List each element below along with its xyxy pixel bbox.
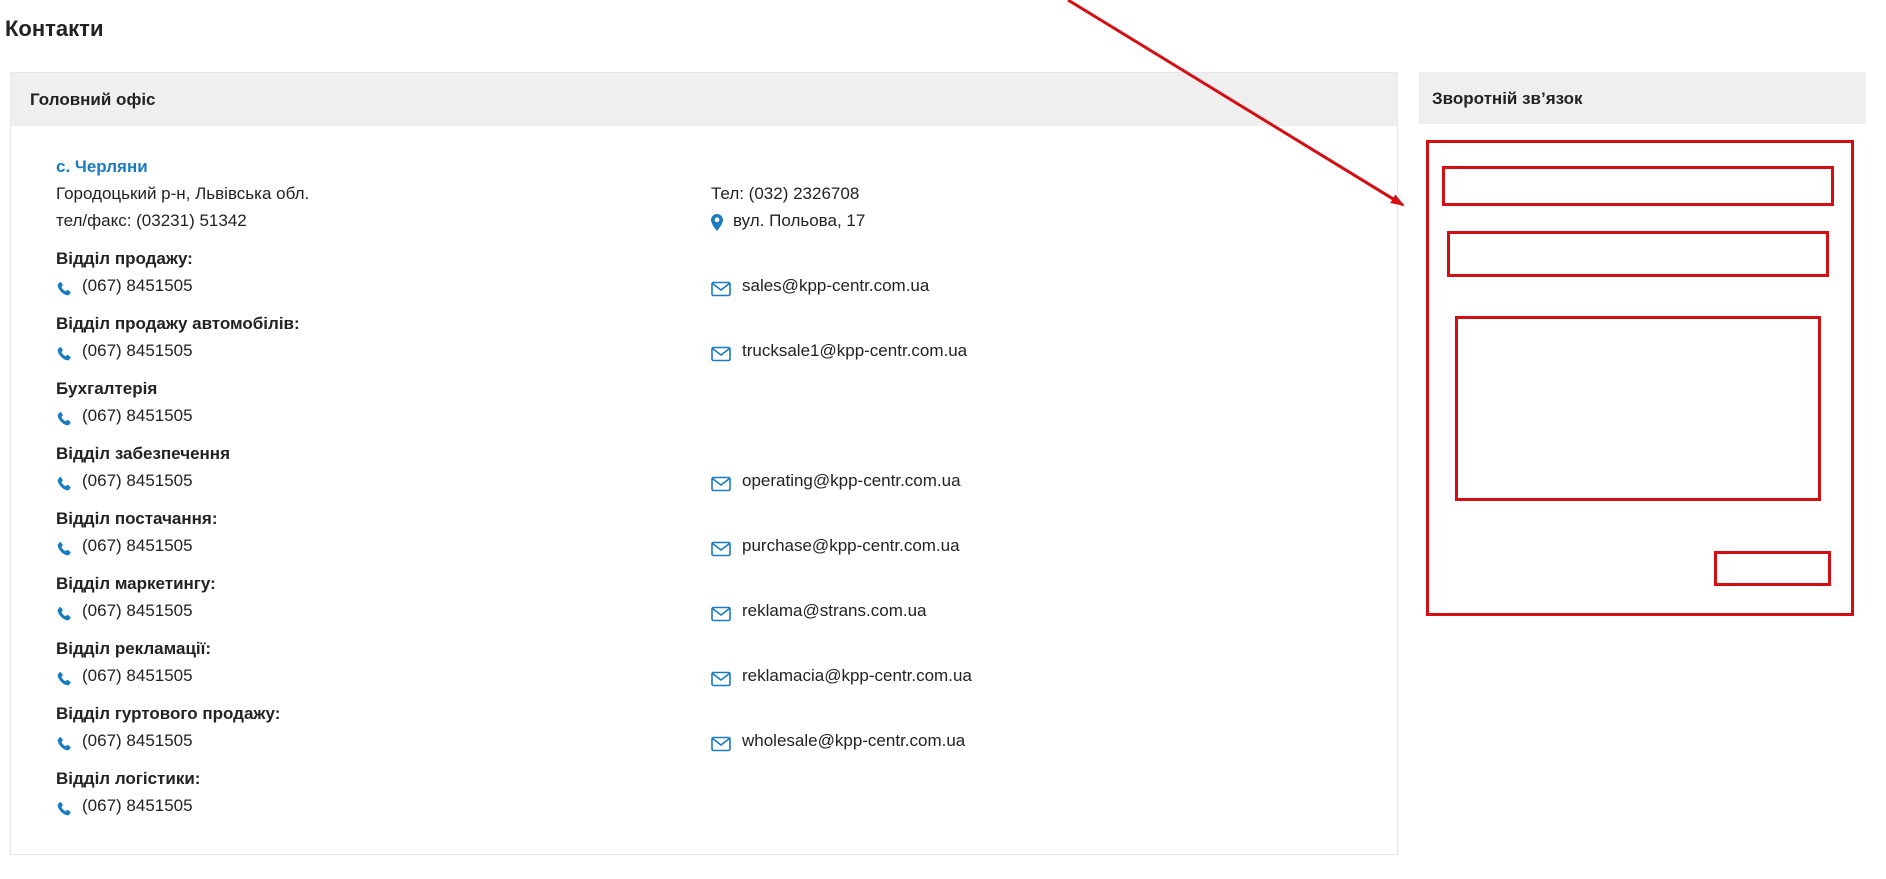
- department-email[interactable]: operating@kpp-centr.com.ua: [711, 467, 961, 494]
- department-email[interactable]: sales@kpp-centr.com.ua: [711, 272, 929, 299]
- phone-icon: [56, 343, 72, 360]
- department-item: Відділ продажу автомобілів: (067) 8451505…: [56, 310, 1397, 364]
- phone-icon: [56, 473, 72, 490]
- department-phone-text: (067) 8451505: [82, 796, 193, 815]
- feedback-header: Зворотній зв’язок: [1419, 72, 1866, 124]
- feedback-message-field[interactable]: [1455, 316, 1821, 501]
- department-email-text: sales@kpp-centr.com.ua: [742, 276, 930, 295]
- department-name: Відділ гуртового продажу:: [56, 704, 281, 723]
- department-contacts: (067) 8451505 wholesale@kpp-centr.com.ua: [56, 727, 1397, 754]
- department-contacts: (067) 8451505 purchase@kpp-centr.com.ua: [56, 532, 1397, 559]
- office-contact-column: Тел: (032) 2326708 вул. Польова, 17: [711, 180, 865, 234]
- department-phone-text: (067) 8451505: [82, 731, 193, 750]
- feedback-submit-button[interactable]: [1714, 551, 1831, 586]
- phone-icon: [56, 733, 72, 750]
- department-name: Відділ постачання:: [56, 509, 218, 528]
- department-phone[interactable]: (067) 8451505: [56, 792, 711, 819]
- phone-icon: [56, 278, 72, 295]
- department-phone-text: (067) 8451505: [82, 601, 193, 620]
- department-email[interactable]: reklamacia@kpp-centr.com.ua: [711, 662, 972, 689]
- department-contacts: (067) 8451505: [56, 402, 1397, 429]
- mail-icon: [711, 668, 731, 686]
- main-office-body: с. Черляни Городоцький р-н, Львівська об…: [11, 126, 1397, 819]
- phone-icon: [56, 668, 72, 685]
- department-name: Відділ логістики:: [56, 769, 201, 788]
- department-contacts: (067) 8451505: [56, 792, 1397, 819]
- department-contacts: (067) 8451505 reklamacia@kpp-centr.com.ua: [56, 662, 1397, 689]
- department-email-text: wholesale@kpp-centr.com.ua: [742, 731, 966, 750]
- mail-icon: [711, 278, 731, 296]
- map-pin-icon: [711, 212, 723, 231]
- phone-icon: [56, 798, 72, 815]
- mail-icon: [711, 343, 731, 361]
- feedback-name-field[interactable]: [1442, 166, 1834, 206]
- department-email-text: operating@kpp-centr.com.ua: [742, 471, 961, 490]
- department-item: Відділ забезпечення (067) 8451505 operatin…: [56, 440, 1397, 494]
- department-name: Відділ забезпечення: [56, 444, 230, 463]
- department-phone-text: (067) 8451505: [82, 341, 193, 360]
- department-item: Відділ рекламації: (067) 8451505 reklamaci…: [56, 635, 1397, 689]
- department-email-text: reklamacia@kpp-centr.com.ua: [742, 666, 972, 685]
- department-contacts: (067) 8451505 operating@kpp-centr.com.ua: [56, 467, 1397, 494]
- department-item: Бухгалтерія (067) 8451505: [56, 375, 1397, 429]
- feedback-panel: Зворотній зв’язок: [1419, 72, 1866, 124]
- main-office-header: Головний офіс: [11, 73, 1397, 126]
- department-phone-text: (067) 8451505: [82, 666, 193, 685]
- feedback-email-field[interactable]: [1447, 231, 1829, 277]
- department-phone[interactable]: (067) 8451505: [56, 597, 711, 624]
- department-phone[interactable]: (067) 8451505: [56, 532, 711, 559]
- department-email-text: reklama@strans.com.ua: [742, 601, 927, 620]
- department-item: Відділ постачання: (067) 8451505 purchase@…: [56, 505, 1397, 559]
- department-name: Відділ маркетингу:: [56, 574, 216, 593]
- department-email[interactable]: trucksale1@kpp-centr.com.ua: [711, 337, 967, 364]
- department-phone-text: (067) 8451505: [82, 471, 193, 490]
- department-name: Відділ продажу:: [56, 249, 193, 268]
- department-item: Відділ продажу: (067) 8451505 sales@kpp-ce…: [56, 245, 1397, 299]
- department-name: Бухгалтерія: [56, 379, 158, 398]
- department-list: Відділ продажу: (067) 8451505 sales@kpp-ce…: [56, 245, 1397, 819]
- department-item: Відділ гуртового продажу: (067) 8451505 wh…: [56, 700, 1397, 754]
- department-phone-text: (067) 8451505: [82, 406, 193, 425]
- mail-icon: [711, 733, 731, 751]
- page-title: Контакти: [5, 16, 104, 41]
- department-phone[interactable]: (067) 8451505: [56, 337, 711, 364]
- department-item: Відділ маркетингу: (067) 8451505 reklama@s…: [56, 570, 1397, 624]
- mail-icon: [711, 473, 731, 491]
- office-city-link[interactable]: с. Черляни: [56, 153, 1397, 180]
- office-phone: Тел: (032) 2326708: [711, 184, 860, 203]
- department-item: Відділ логістики: (067) 8451505: [56, 765, 1397, 819]
- department-name: Відділ продажу автомобілів:: [56, 314, 300, 333]
- mail-icon: [711, 603, 731, 621]
- department-email[interactable]: purchase@kpp-centr.com.ua: [711, 532, 960, 559]
- department-phone[interactable]: (067) 8451505: [56, 662, 711, 689]
- department-contacts: (067) 8451505 sales@kpp-centr.com.ua: [56, 272, 1397, 299]
- main-office-panel: Головний офіс с. Черляни Городоцький р-н…: [10, 72, 1398, 855]
- department-phone[interactable]: (067) 8451505: [56, 272, 711, 299]
- department-name: Відділ рекламації:: [56, 639, 212, 658]
- department-email-text: trucksale1@kpp-centr.com.ua: [742, 341, 968, 360]
- department-contacts: (067) 8451505 trucksale1@kpp-centr.com.ua: [56, 337, 1397, 364]
- department-email[interactable]: wholesale@kpp-centr.com.ua: [711, 727, 965, 754]
- department-phone[interactable]: (067) 8451505: [56, 402, 711, 429]
- phone-icon: [56, 408, 72, 425]
- department-contacts: (067) 8451505 reklama@strans.com.ua: [56, 597, 1397, 624]
- department-phone[interactable]: (067) 8451505: [56, 467, 711, 494]
- mail-icon: [711, 538, 731, 556]
- office-address: вул. Польова, 17: [711, 207, 865, 234]
- department-phone[interactable]: (067) 8451505: [56, 727, 711, 754]
- phone-icon: [56, 538, 72, 555]
- office-address-text: вул. Польова, 17: [733, 211, 866, 230]
- department-phone-text: (067) 8451505: [82, 276, 193, 295]
- phone-icon: [56, 603, 72, 620]
- department-email[interactable]: reklama@strans.com.ua: [711, 597, 927, 624]
- department-phone-text: (067) 8451505: [82, 536, 193, 555]
- department-email-text: purchase@kpp-centr.com.ua: [742, 536, 960, 555]
